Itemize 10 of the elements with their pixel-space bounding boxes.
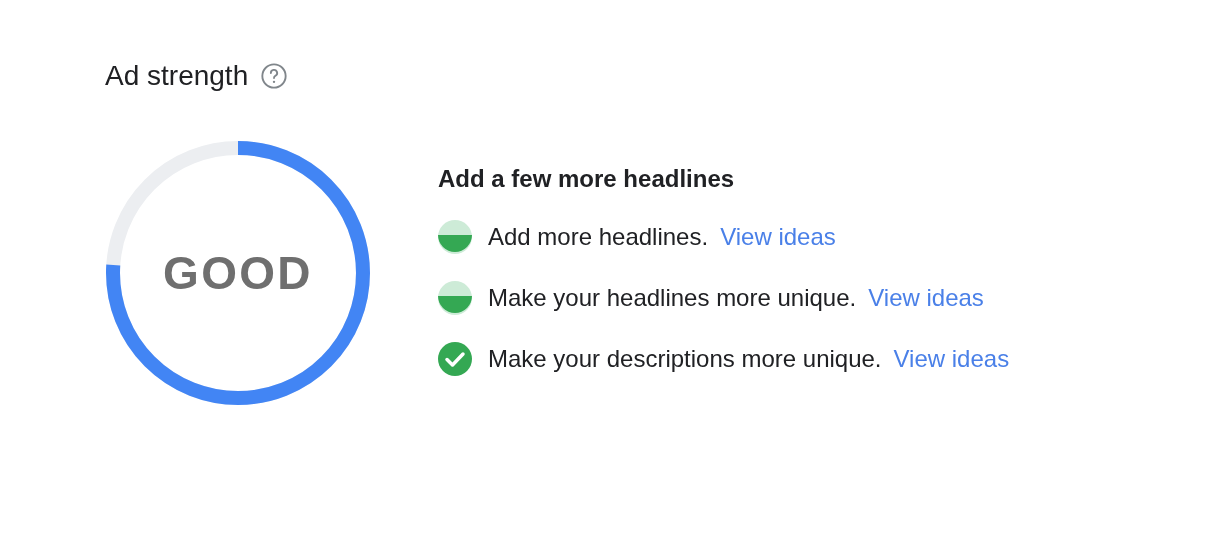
strength-rating: GOOD <box>163 245 313 301</box>
suggestion-text: Make your headlines more unique. <box>488 283 857 313</box>
suggestions-heading: Add a few more headlines <box>438 164 736 194</box>
view-ideas-link[interactable]: View ideas <box>720 219 836 255</box>
view-ideas-link[interactable]: View ideas <box>868 280 984 316</box>
suggestion-text: Make your descriptions more unique. <box>488 344 882 374</box>
section-title: Ad strength <box>105 59 249 93</box>
suggestion-text: Add more headlines. <box>488 222 709 252</box>
help-icon[interactable] <box>260 62 289 90</box>
view-ideas-link[interactable]: View ideas <box>893 341 1010 377</box>
